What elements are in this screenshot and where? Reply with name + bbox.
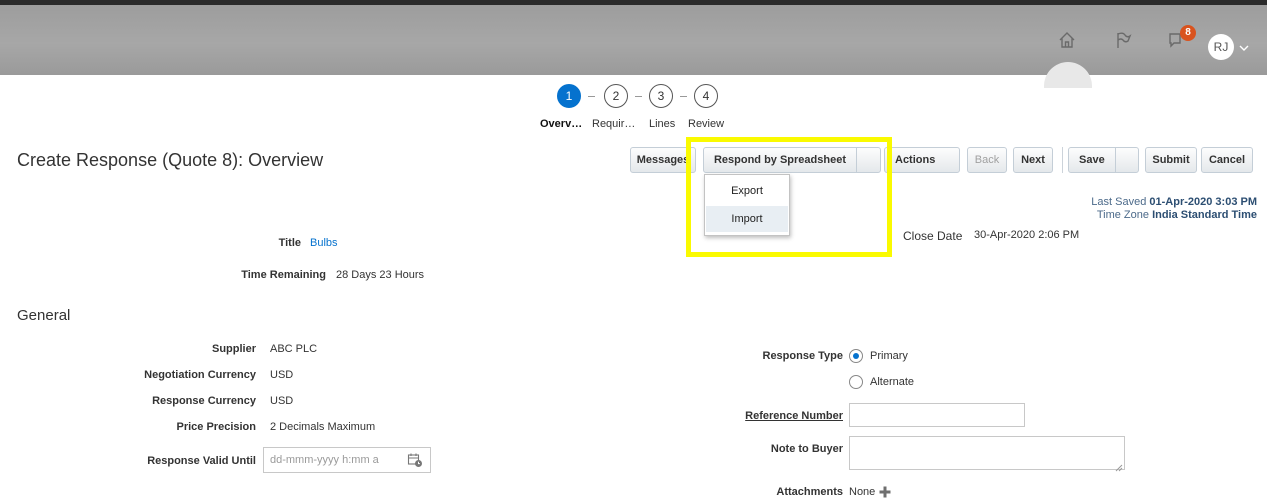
back-button[interactable]: Back bbox=[967, 147, 1007, 173]
train-step-lines[interactable]: 3 bbox=[649, 84, 673, 108]
train-label-requirements[interactable]: Requir… bbox=[592, 118, 635, 130]
price-precision-value: 2 Decimals Maximum bbox=[270, 421, 376, 433]
note-to-buyer-textarea[interactable] bbox=[849, 436, 1125, 470]
messages-button[interactable]: Messages bbox=[630, 147, 696, 173]
menu-item-import[interactable]: Import bbox=[706, 206, 788, 232]
note-to-buyer-label: Note to Buyer bbox=[770, 443, 843, 455]
attachments-label: Attachments bbox=[776, 486, 843, 498]
notifications-icon[interactable]: 8 bbox=[1164, 25, 1196, 53]
train-step-review[interactable]: 4 bbox=[694, 84, 718, 108]
cancel-button[interactable]: Cancel bbox=[1201, 147, 1253, 173]
toolbar-divider bbox=[1062, 147, 1063, 173]
train-label-overview[interactable]: Overv… bbox=[540, 118, 582, 130]
response-currency-label: Response Currency bbox=[152, 395, 256, 407]
train-step-requirements[interactable]: 2 bbox=[604, 84, 628, 108]
response-valid-until-input[interactable]: dd-mmm-yyyy h:mm a bbox=[263, 447, 431, 473]
response-valid-until-label: Response Valid Until bbox=[147, 455, 256, 467]
response-type-alternate-radio[interactable] bbox=[849, 375, 863, 389]
train-label-review[interactable]: Review bbox=[688, 118, 724, 130]
close-date-value: 30-Apr-2020 2:06 PM bbox=[974, 229, 1080, 241]
response-type-primary-radio[interactable] bbox=[849, 349, 863, 363]
resize-handle-icon[interactable] bbox=[1114, 459, 1123, 472]
save-button[interactable]: Save bbox=[1068, 147, 1139, 173]
close-date-label: Close Date bbox=[903, 229, 963, 243]
calendar-icon[interactable] bbox=[407, 452, 423, 468]
response-type-primary-label[interactable]: Primary bbox=[870, 350, 908, 362]
submit-button[interactable]: Submit bbox=[1145, 147, 1197, 173]
time-remaining-label: Time Remaining bbox=[241, 269, 326, 281]
timezone-info: Time Zone India Standard Time bbox=[1096, 209, 1257, 221]
response-currency-value: USD bbox=[270, 395, 294, 407]
spreadsheet-menu: Export Import bbox=[704, 174, 790, 236]
last-saved-info: Last Saved 01-Apr-2020 3:03 PM bbox=[1091, 196, 1257, 208]
supplier-label: Supplier bbox=[211, 343, 256, 355]
price-precision-label: Price Precision bbox=[176, 421, 257, 433]
train-label-lines[interactable]: Lines bbox=[649, 118, 675, 130]
home-icon[interactable] bbox=[1054, 27, 1080, 53]
negotiation-currency-value: USD bbox=[270, 369, 294, 381]
split-divider bbox=[1115, 148, 1116, 172]
actions-button[interactable]: Actions bbox=[884, 147, 960, 173]
title-value-link[interactable]: Bulbs bbox=[310, 237, 338, 249]
train-connector bbox=[635, 96, 642, 97]
reference-number-input[interactable] bbox=[849, 403, 1025, 427]
menu-item-export[interactable]: Export bbox=[706, 178, 788, 204]
attachments-value: None bbox=[849, 486, 876, 498]
split-divider bbox=[856, 148, 857, 172]
reference-number-label: Reference Number bbox=[745, 410, 843, 422]
page-title: Create Response (Quote 8): Overview bbox=[17, 150, 324, 170]
response-type-label: Response Type bbox=[762, 350, 844, 362]
supplier-value: ABC PLC bbox=[270, 343, 318, 355]
respond-by-spreadsheet-button[interactable]: Respond by Spreadsheet bbox=[703, 147, 881, 173]
time-remaining-value: 28 Days 23 Hours bbox=[336, 269, 425, 281]
negotiation-currency-label: Negotiation Currency bbox=[144, 369, 256, 381]
response-type-alternate-label[interactable]: Alternate bbox=[870, 376, 914, 388]
save-label: Save bbox=[1079, 154, 1105, 166]
next-button[interactable]: Next bbox=[1013, 147, 1053, 173]
chevron-down-icon[interactable] bbox=[1238, 41, 1250, 53]
notification-count-badge: 8 bbox=[1180, 25, 1196, 41]
title-label: Title bbox=[278, 237, 301, 249]
section-heading-general: General bbox=[17, 307, 71, 324]
train-connector bbox=[680, 96, 687, 97]
flag-icon[interactable] bbox=[1110, 27, 1136, 53]
add-attachment-icon[interactable] bbox=[878, 485, 892, 499]
user-avatar[interactable]: RJ bbox=[1208, 34, 1234, 60]
train-connector bbox=[588, 96, 595, 97]
train-step-overview[interactable]: 1 bbox=[557, 84, 581, 108]
respond-by-spreadsheet-label: Respond by Spreadsheet bbox=[713, 154, 847, 166]
